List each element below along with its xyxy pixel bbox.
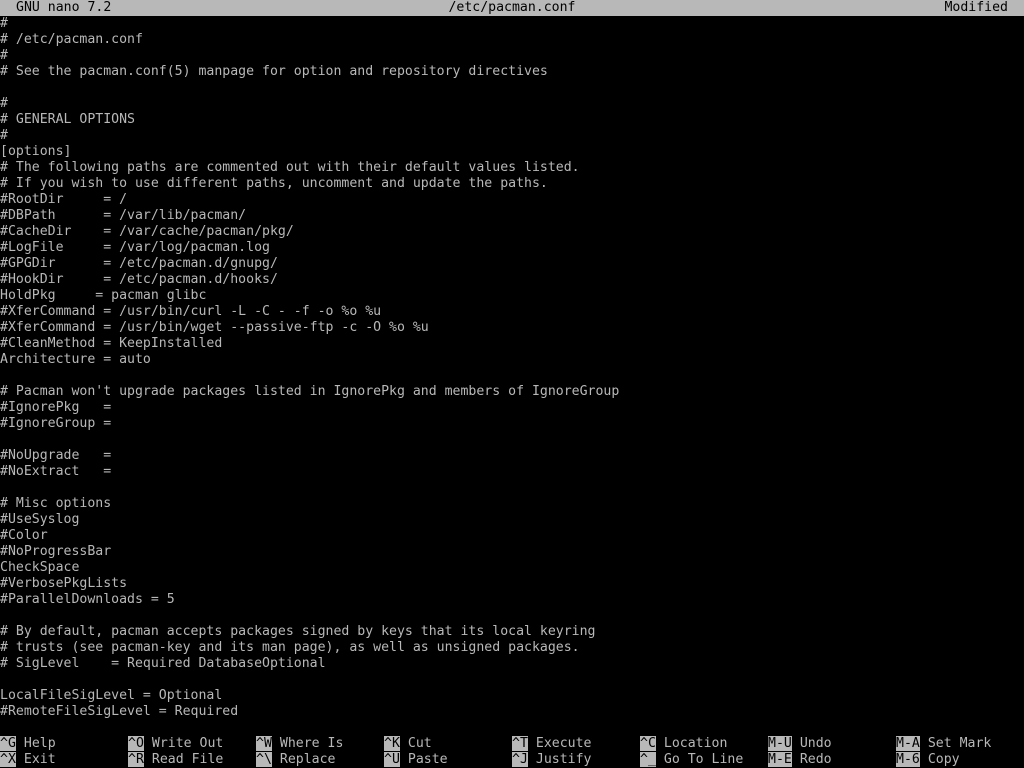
file-name: /etc/pacman.conf — [448, 0, 576, 15]
shortcut-key: ^G — [0, 736, 16, 751]
editor-line[interactable]: #VerbosePkgLists — [0, 576, 127, 592]
editor-line[interactable]: #IgnoreGroup = — [0, 416, 111, 432]
editor-line[interactable]: Architecture = auto — [0, 352, 151, 368]
editor-line[interactable]: #Color — [0, 528, 48, 544]
shortcut-label: Write Out — [151, 736, 224, 751]
editor-line[interactable]: # By default, pacman accepts packages si… — [0, 624, 595, 640]
editor-line[interactable]: # — [0, 128, 8, 144]
shortcut-label: Paste — [407, 752, 448, 767]
editor-line[interactable]: #NoExtract = — [0, 464, 111, 480]
editor-line[interactable]: LocalFileSigLevel = Optional — [0, 688, 222, 704]
shortcut-bar: ^G Help ^O Write Out ^W Where Is ^K Cut ^T Execut… — [0, 736, 1024, 768]
shortcut-key: M-U — [768, 736, 792, 751]
title-bar: GNU nano 7.2 /etc/pacman.conf Modified — [0, 0, 1024, 16]
shortcut-exit[interactable]: ^X Exit — [0, 752, 56, 768]
shortcut-label: Cut — [407, 736, 432, 751]
shortcut-key: ^C — [640, 736, 656, 751]
shortcut-key: ^O — [128, 736, 144, 751]
shortcut-label: Copy — [927, 752, 960, 767]
shortcut-justify[interactable]: ^J Justify — [512, 752, 591, 768]
editor-line[interactable]: # — [0, 48, 8, 64]
shortcut-undo[interactable]: M-U Undo — [768, 736, 832, 752]
editor-area[interactable]: # # /etc/pacman.conf # # See the pacman.con… — [0, 16, 1024, 720]
modified-status: Modified — [944, 0, 1008, 15]
editor-line[interactable]: # — [0, 96, 8, 112]
shortcut-key: ^W — [256, 736, 272, 751]
editor-line[interactable]: #RemoteFileSigLevel = Required — [0, 704, 238, 720]
editor-line[interactable]: #UseSyslog — [0, 512, 79, 528]
shortcut-key: M-E — [768, 752, 792, 767]
editor-line[interactable]: HoldPkg = pacman glibc — [0, 288, 206, 304]
shortcut-replace[interactable]: ^\ Replace — [256, 752, 335, 768]
editor-line[interactable]: # See the pacman.conf(5) manpage for opt… — [0, 64, 548, 80]
shortcut-key: ^_ — [640, 752, 656, 767]
editor-line[interactable]: #HookDir = /etc/pacman.d/hooks/ — [0, 272, 278, 288]
editor-line[interactable]: #RootDir = / — [0, 192, 127, 208]
shortcut-key: M-6 — [896, 752, 920, 767]
editor-line[interactable]: #LogFile = /var/log/pacman.log — [0, 240, 270, 256]
editor-line[interactable]: # GENERAL OPTIONS — [0, 112, 135, 128]
shortcut-key: M-A — [896, 736, 920, 751]
editor-line[interactable]: CheckSpace — [0, 560, 79, 576]
shortcut-label: Exit — [23, 752, 56, 767]
shortcut-location[interactable]: ^C Location — [640, 736, 727, 752]
shortcut-paste[interactable]: ^U Paste — [384, 752, 448, 768]
shortcut-execute[interactable]: ^T Execute — [512, 736, 591, 752]
shortcut-label: Set Mark — [927, 736, 992, 751]
shortcut-label: Read File — [151, 752, 224, 767]
shortcut-key: ^T — [512, 736, 528, 751]
editor-line[interactable]: # /etc/pacman.conf — [0, 32, 143, 48]
shortcut-label: Help — [23, 736, 56, 751]
shortcut-key: ^K — [384, 736, 400, 751]
shortcut-label: Replace — [279, 752, 336, 767]
editor-line[interactable]: #GPGDir = /etc/pacman.d/gnupg/ — [0, 256, 278, 272]
editor-line[interactable]: [options] — [0, 144, 71, 160]
shortcut-key: ^U — [384, 752, 400, 767]
editor-line[interactable]: # Pacman won't upgrade packages listed i… — [0, 384, 619, 400]
shortcut-label: Where Is — [279, 736, 344, 751]
shortcut-label: Justify — [535, 752, 592, 767]
shortcut-help[interactable]: ^G Help — [0, 736, 56, 752]
shortcut-label: Execute — [535, 736, 592, 751]
editor-line[interactable]: # Misc options — [0, 496, 111, 512]
shortcut-key: ^X — [0, 752, 16, 767]
shortcut-set-mark[interactable]: M-A Set Mark — [896, 736, 991, 752]
shortcut-copy[interactable]: M-6 Copy — [896, 752, 960, 768]
shortcut-key: ^\ — [256, 752, 272, 767]
shortcut-label: Redo — [799, 752, 832, 767]
editor-line[interactable]: # trusts (see pacman-key and its man pag… — [0, 640, 580, 656]
editor-line[interactable]: #NoProgressBar — [0, 544, 111, 560]
editor-line[interactable]: #NoUpgrade = — [0, 448, 111, 464]
editor-line[interactable]: # If you wish to use different paths, un… — [0, 176, 548, 192]
editor-line[interactable]: #IgnorePkg = — [0, 400, 111, 416]
shortcut-key: ^J — [512, 752, 528, 767]
editor-line[interactable]: #XferCommand = /usr/bin/curl -L -C - -f … — [0, 304, 381, 320]
editor-line[interactable]: # The following paths are commented out … — [0, 160, 580, 176]
shortcut-where-is[interactable]: ^W Where Is — [256, 736, 343, 752]
shortcut-label: Location — [663, 736, 728, 751]
shortcut-label: Go To Line — [663, 752, 744, 767]
shortcut-read-file[interactable]: ^R Read File — [128, 752, 223, 768]
shortcut-go-to-line[interactable]: ^_ Go To Line — [640, 752, 743, 768]
editor-line[interactable]: # SigLevel = Required DatabaseOptional — [0, 656, 326, 672]
editor-line[interactable]: #CacheDir = /var/cache/pacman/pkg/ — [0, 224, 294, 240]
shortcut-cut[interactable]: ^K Cut — [384, 736, 432, 752]
editor-line[interactable]: #DBPath = /var/lib/pacman/ — [0, 208, 246, 224]
editor-line[interactable]: #XferCommand = /usr/bin/wget --passive-f… — [0, 320, 429, 336]
editor-line[interactable]: #CleanMethod = KeepInstalled — [0, 336, 222, 352]
editor-line[interactable]: #ParallelDownloads = 5 — [0, 592, 175, 608]
shortcut-key: ^R — [128, 752, 144, 767]
shortcut-redo[interactable]: M-E Redo — [768, 752, 832, 768]
shortcut-write-out[interactable]: ^O Write Out — [128, 736, 223, 752]
editor-line[interactable]: # — [0, 16, 8, 32]
shortcut-label: Undo — [799, 736, 832, 751]
